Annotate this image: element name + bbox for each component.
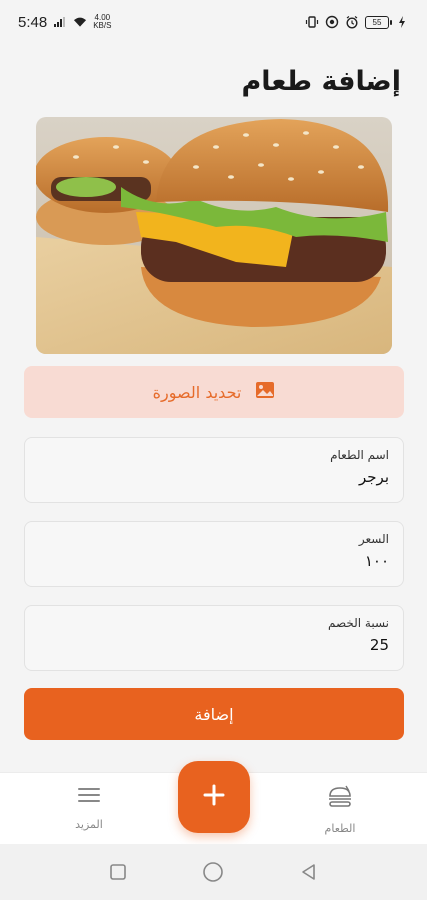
pick-image-label: تحديد الصورة bbox=[152, 382, 242, 402]
pick-image-button[interactable]: تحديد الصورة bbox=[24, 366, 404, 418]
system-nav-bar bbox=[0, 844, 427, 900]
alarm-icon bbox=[345, 15, 359, 29]
burger-icon bbox=[326, 785, 354, 812]
page-title: إضافة طعام bbox=[241, 66, 401, 97]
discount-label: نسبة الخصم bbox=[327, 616, 389, 630]
status-right: 55 bbox=[305, 15, 409, 29]
status-bar: 5:48 4.00 KB/S 55 bbox=[0, 0, 427, 44]
burger-photo bbox=[36, 117, 392, 354]
charging-icon bbox=[395, 15, 409, 29]
nav-more-label: المزيد bbox=[75, 818, 103, 831]
food-name-input[interactable]: برجر bbox=[39, 468, 389, 486]
image-icon bbox=[255, 381, 275, 403]
plus-icon bbox=[202, 783, 226, 811]
add-button[interactable]: إضافة bbox=[24, 688, 404, 740]
nav-item-food[interactable]: الطعام bbox=[295, 785, 385, 835]
signal-icon bbox=[53, 15, 67, 29]
status-time: 5:48 bbox=[18, 13, 48, 31]
net-speed-unit: KB/S bbox=[93, 21, 112, 30]
status-left: 5:48 4.00 KB/S bbox=[18, 14, 111, 31]
recents-icon[interactable] bbox=[107, 861, 129, 883]
back-icon[interactable] bbox=[298, 861, 320, 883]
dnd-icon bbox=[325, 15, 339, 29]
battery-icon: 55 bbox=[365, 15, 392, 29]
nav-food-label: الطعام bbox=[324, 822, 356, 835]
price-label: السعر bbox=[358, 532, 389, 546]
add-fab-button[interactable] bbox=[178, 761, 250, 833]
food-name-field[interactable]: اسم الطعام برجر bbox=[24, 437, 404, 503]
vibrate-icon bbox=[305, 15, 319, 29]
menu-icon bbox=[77, 785, 101, 808]
net-speed: 4.00 KB/S bbox=[93, 14, 111, 30]
wifi-icon bbox=[73, 15, 87, 29]
price-field[interactable]: السعر ١٠٠ bbox=[24, 521, 404, 587]
discount-field[interactable]: نسبة الخصم 25 bbox=[24, 605, 404, 671]
food-name-label: اسم الطعام bbox=[330, 448, 389, 462]
battery-level: 55 bbox=[372, 17, 382, 27]
price-input[interactable]: ١٠٠ bbox=[39, 552, 389, 570]
home-icon[interactable] bbox=[202, 861, 224, 883]
food-image bbox=[36, 117, 392, 354]
discount-input[interactable]: 25 bbox=[39, 636, 389, 654]
nav-item-more[interactable]: المزيد bbox=[44, 785, 134, 831]
